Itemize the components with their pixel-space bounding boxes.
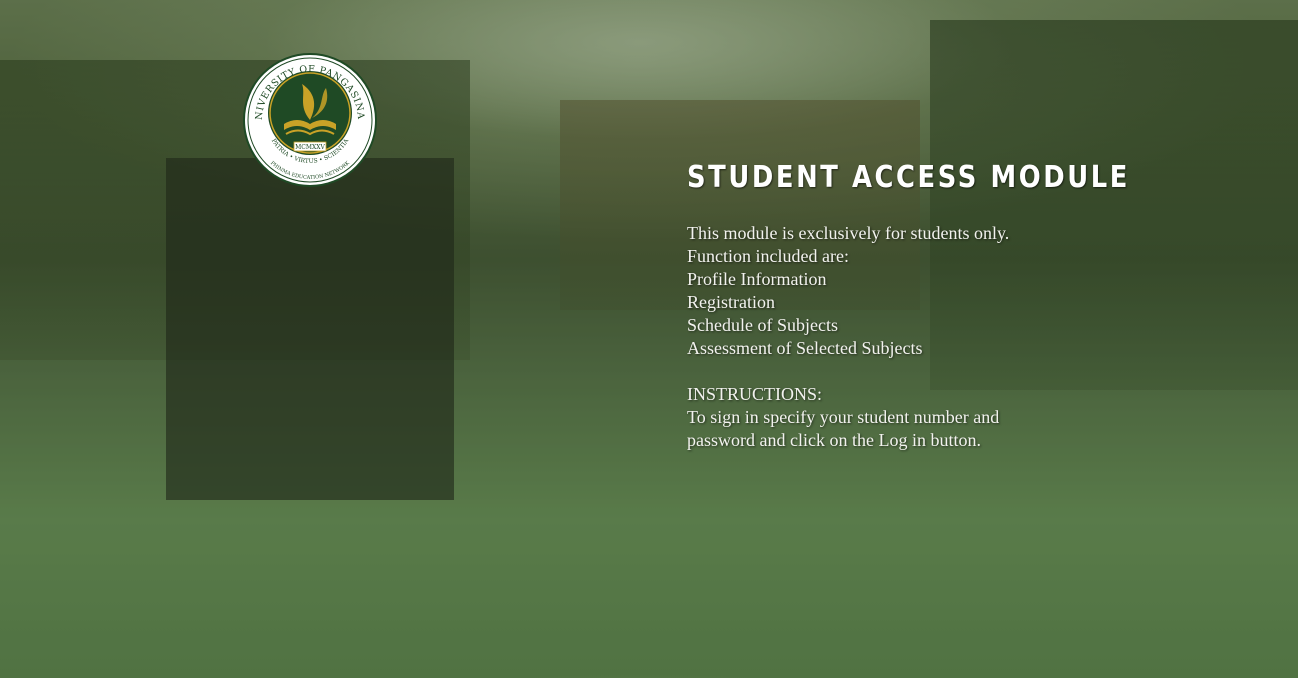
university-seal-logo: MCMXXV UNIVERSITY OF PANGASINAN PATRIA •… [240, 50, 380, 190]
module-title: STUDENT ACCESS MODULE [687, 160, 1131, 195]
function-item-schedule: Schedule of Subjects [687, 315, 838, 335]
intro-text: This module is exclusively for students … [687, 223, 1010, 243]
function-item-registration: Registration [687, 292, 775, 312]
instructions-line-1: To sign in specify your student number a… [687, 407, 1000, 427]
module-description: This module is exclusively for students … [687, 222, 1127, 452]
functions-heading: Function included are: [687, 246, 849, 266]
instructions-heading: INSTRUCTIONS: [687, 384, 823, 404]
function-item-assessment: Assessment of Selected Subjects [687, 338, 923, 358]
instructions-line-2: password and click on the Log in button. [687, 430, 981, 450]
info-section: STUDENT ACCESS MODULE This module is exc… [687, 158, 1127, 452]
login-panel [166, 158, 454, 500]
function-item-profile: Profile Information [687, 269, 827, 289]
seal-year: MCMXXV [295, 144, 325, 151]
